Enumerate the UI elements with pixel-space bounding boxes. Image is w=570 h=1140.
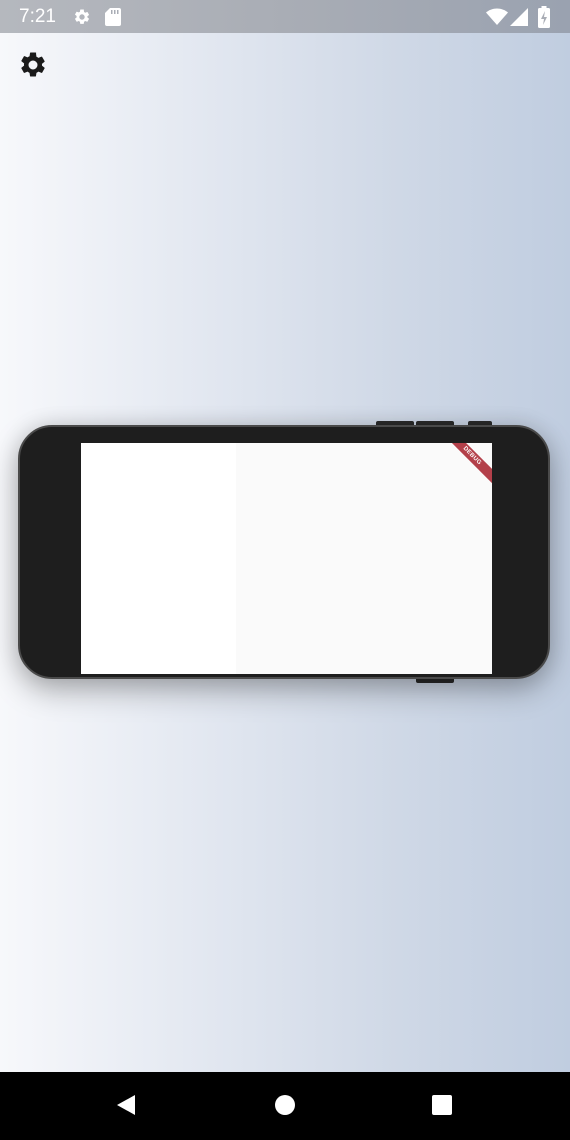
device-preview: DEBUG	[18, 421, 552, 684]
home-button[interactable]	[273, 1094, 297, 1121]
settings-icon	[73, 8, 91, 31]
signal-icon	[510, 8, 528, 31]
recents-icon	[431, 1094, 453, 1121]
app-content-area	[236, 443, 492, 674]
status-bar: 7:21	[0, 0, 570, 33]
device-screen: DEBUG	[81, 443, 492, 674]
navigation-drawer[interactable]	[81, 443, 236, 674]
settings-button[interactable]	[14, 48, 52, 86]
system-nav-bar	[0, 1072, 570, 1140]
gear-icon	[18, 50, 48, 85]
device-frame: DEBUG	[18, 425, 550, 679]
battery-charging-icon	[538, 6, 550, 33]
back-icon	[115, 1094, 137, 1121]
home-icon	[274, 1094, 296, 1121]
back-button[interactable]	[114, 1094, 138, 1121]
status-time: 7:21	[19, 6, 56, 27]
wifi-icon	[486, 8, 508, 31]
sd-card-icon	[105, 8, 121, 31]
recents-button[interactable]	[430, 1094, 454, 1121]
